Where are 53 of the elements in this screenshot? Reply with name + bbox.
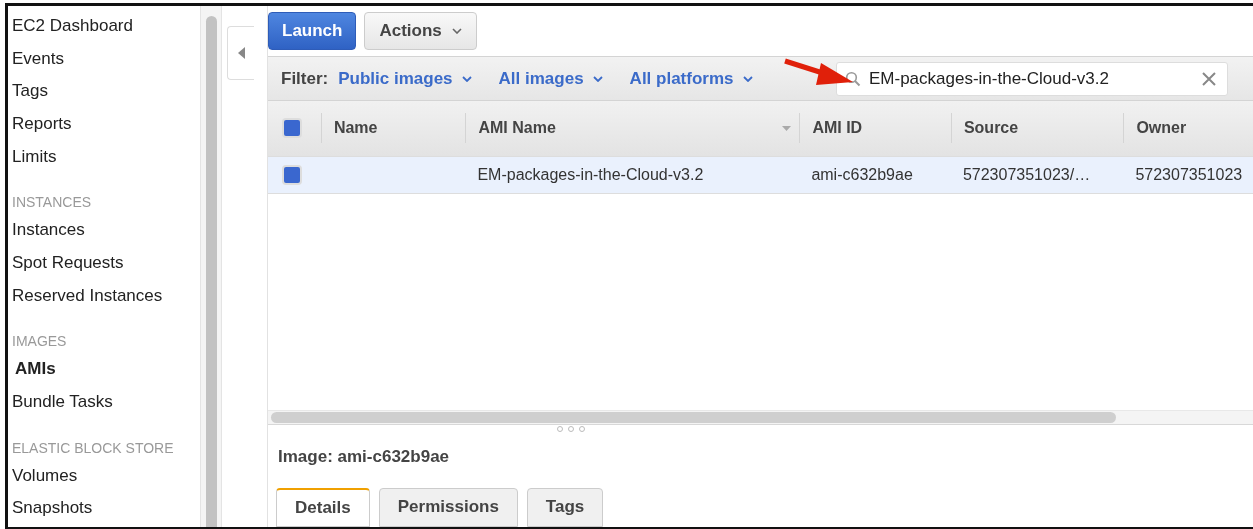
- details-title: Image: ami-c632b9ae: [277, 446, 451, 468]
- filter-label: Filter:: [281, 68, 329, 89]
- caret-icon: [592, 75, 603, 82]
- sidebar-item[interactable]: Events: [8, 44, 200, 78]
- collapse-icon: [237, 47, 245, 59]
- collapse-tab[interactable]: [227, 26, 254, 80]
- resize-handle[interactable]: [555, 424, 586, 433]
- caret-icon: [451, 28, 462, 34]
- sidebar-item[interactable]: EC2 Dashboard: [8, 12, 200, 45]
- scrollbar-thumb[interactable]: [271, 411, 1116, 423]
- filter-dropdown[interactable]: All platforms: [629, 68, 753, 89]
- tab[interactable]: Tags: [526, 488, 604, 527]
- search-icon: [845, 70, 861, 87]
- scrollbar[interactable]: [268, 409, 1253, 425]
- table-cell: ami-c632b9ae: [811, 165, 913, 184]
- sort-icon[interactable]: [782, 125, 792, 131]
- launch-button[interactable]: Launch: [268, 12, 357, 50]
- checkbox[interactable]: [282, 164, 302, 185]
- sidebar-item[interactable]: Spot Requests: [8, 249, 200, 282]
- sidebar-item[interactable]: Limits: [8, 142, 200, 176]
- filter-dropdown[interactable]: All images: [498, 68, 603, 89]
- table-cell: EM-packages-in-the-Cloud-v3.2: [477, 165, 704, 184]
- tab[interactable]: Details: [276, 488, 370, 527]
- table-row[interactable]: EM-packages-in-the-Cloud-v3.2 ami-c632b9ae 572307351023/… 572307351023: [268, 156, 1253, 194]
- scrollbar[interactable]: [200, 6, 222, 527]
- column-header[interactable]: Source: [963, 119, 1019, 138]
- sidebar-item[interactable]: AMIs: [8, 355, 200, 389]
- section-heading: IMAGES: [11, 332, 68, 352]
- column-header[interactable]: AMI ID: [812, 119, 863, 138]
- caret-icon: [461, 75, 472, 82]
- column-header[interactable]: AMI Name: [478, 119, 556, 138]
- sidebar-item[interactable]: Reports: [8, 110, 200, 143]
- sidebar-item[interactable]: Snapshots: [8, 494, 200, 527]
- annotation-arrow: [783, 58, 855, 88]
- section-heading: ELASTIC BLOCK STORE: [11, 438, 175, 458]
- sidebar-item[interactable]: Reserved Instances: [8, 281, 200, 315]
- tab[interactable]: Permissions: [378, 488, 518, 527]
- column-header[interactable]: Name: [333, 119, 378, 138]
- clear-icon[interactable]: [1202, 71, 1216, 86]
- search-field[interactable]: EM-packages-in-the-Cloud-v3.2: [836, 61, 1228, 96]
- actions-button[interactable]: Actions: [364, 12, 477, 50]
- table-cell: 572307351023: [1135, 165, 1243, 184]
- sidebar-item[interactable]: Tags: [8, 77, 200, 110]
- checkbox[interactable]: [282, 118, 302, 139]
- column-header[interactable]: Owner: [1136, 119, 1187, 138]
- sidebar-item[interactable]: Bundle Tasks: [8, 388, 200, 421]
- table-cell: 572307351023/…: [962, 165, 1091, 184]
- section-heading: INSTANCES: [11, 193, 93, 213]
- caret-icon: [742, 75, 753, 82]
- sidebar-item[interactable]: Instances: [8, 216, 200, 250]
- scrollbar-thumb[interactable]: [205, 16, 217, 527]
- filter-dropdown[interactable]: Public images: [338, 68, 472, 89]
- sidebar-item[interactable]: Volumes: [8, 461, 200, 495]
